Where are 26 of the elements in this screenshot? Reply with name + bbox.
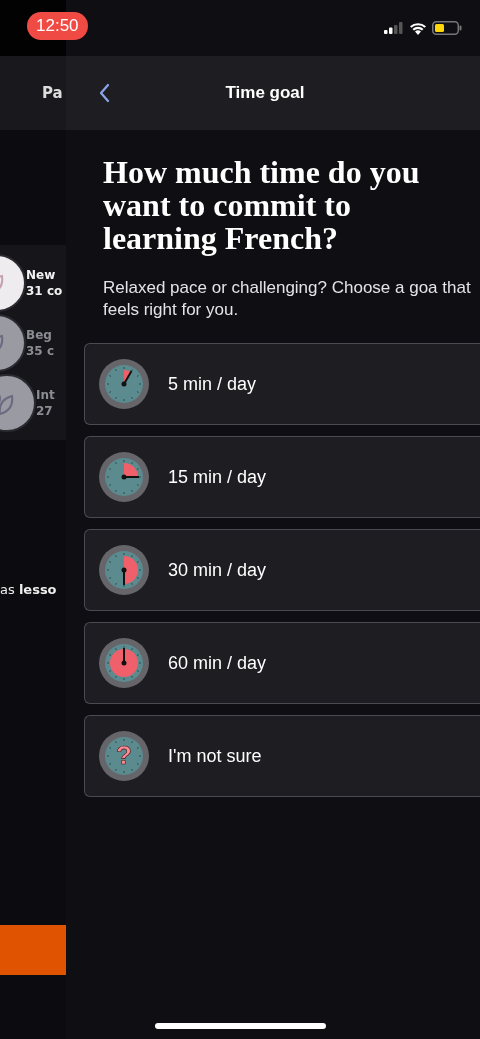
- course-title: New: [26, 266, 57, 283]
- clock-icon: [98, 451, 150, 503]
- goal-option[interactable]: 60 min / day: [84, 622, 480, 704]
- goal-option[interactable]: ? I'm not sure: [84, 715, 480, 797]
- goal-option[interactable]: 30 min / day: [84, 529, 480, 611]
- question-heading: How much time do you want to commit to learning French?: [103, 156, 421, 255]
- course-count: 31 co: [26, 283, 63, 300]
- wifi-icon: [409, 21, 427, 35]
- course-title: Beg: [26, 326, 53, 343]
- back-icon[interactable]: [98, 83, 110, 103]
- clock-icon: [98, 544, 150, 596]
- course-count: 27: [36, 403, 54, 420]
- course-title: Int: [36, 386, 55, 403]
- question-clock-icon: ?: [98, 730, 150, 782]
- signal-icon: [384, 22, 404, 34]
- clock-icon: [98, 637, 150, 689]
- course-count: 35 c: [26, 343, 54, 360]
- battery-icon: [432, 21, 462, 35]
- screen-title: Pa: [42, 82, 63, 104]
- question-subtitle: Relaxed pace or challenging? Choose a goa that feels right for you.: [103, 277, 472, 321]
- goal-option[interactable]: 15 min / day: [84, 436, 480, 518]
- footer-text: as lesso: [0, 581, 58, 599]
- screen-title: Time goal: [224, 82, 306, 105]
- status-time: 12:50: [27, 12, 88, 40]
- clock-icon: [98, 358, 150, 410]
- goal-option[interactable]: 5 min / day: [84, 343, 480, 425]
